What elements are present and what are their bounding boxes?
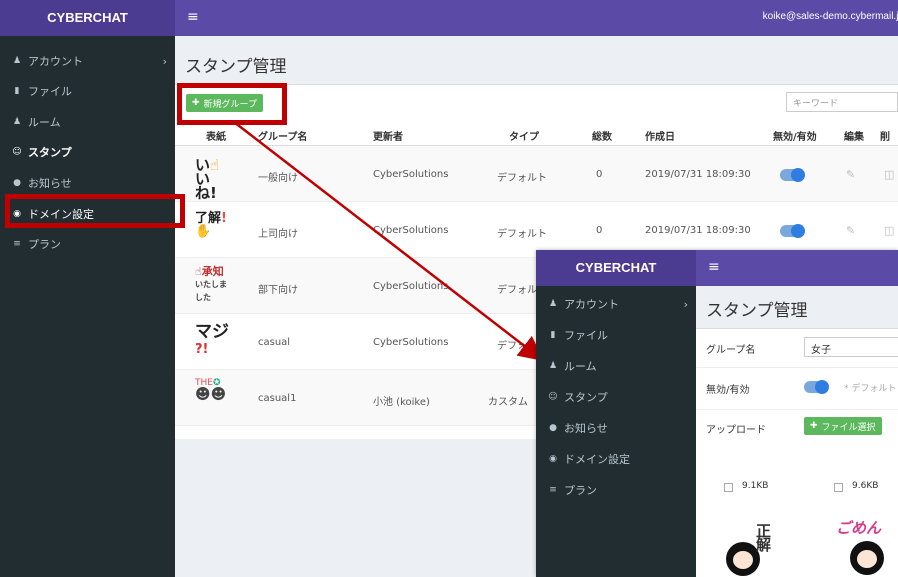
sidebar-item-label: ルーム xyxy=(564,360,597,373)
stamp-text-seikai: 正解 xyxy=(756,522,772,554)
sidebar-item-label: お知らせ xyxy=(564,422,608,435)
overlay-sidebar: ♟ アカウント › ▮ ファイル ♟ ルーム ☺ スタンプ ● お知らせ ◉ ド… xyxy=(536,286,696,577)
overlay-menu-toggle-icon[interactable]: ≡ xyxy=(708,259,720,275)
file-select-label: ファイル選択 xyxy=(821,422,876,433)
overlay-form-panel: グループ名 女子 無効/有効 * デフォルト アップロード ✚ ファイル選択 9… xyxy=(696,328,898,577)
sidebar-item-label: プラン xyxy=(564,484,597,497)
stamp-text-gomen: ごめん xyxy=(836,519,882,537)
overlay-sidebar-item-plan[interactable]: ≡ プラン xyxy=(548,482,597,498)
bell-icon: ● xyxy=(549,423,557,433)
group-name-label: グループ名 xyxy=(706,345,756,356)
group-name-input[interactable]: 女子 xyxy=(804,337,898,357)
file-select-button[interactable]: ✚ ファイル選択 xyxy=(804,417,882,435)
overlay-sidebar-item-account[interactable]: ♟ アカウント › xyxy=(548,296,688,312)
sidebar-item-label: アカウント xyxy=(564,298,619,311)
file-icon: ▮ xyxy=(550,330,556,340)
file-size: 9.6KB xyxy=(852,481,879,491)
overlay-sidebar-item-room[interactable]: ♟ ルーム xyxy=(548,358,597,374)
list-icon: ≡ xyxy=(549,485,557,495)
globe-icon: ◉ xyxy=(549,454,557,464)
file-checkbox[interactable] xyxy=(834,483,843,492)
default-note: * デフォルト xyxy=(844,384,897,394)
sidebar-item-label: ファイル xyxy=(564,329,608,342)
overlay-sidebar-item-stamp[interactable]: ☺ スタンプ xyxy=(548,389,608,405)
overlay-screenshot: CYBERCHAT ≡ ♟ アカウント › ▮ ファイル ♟ ルーム ☺ スタン… xyxy=(536,250,898,577)
form-divider xyxy=(696,367,898,368)
user-icon: ♟ xyxy=(548,299,558,309)
users-icon: ♟ xyxy=(548,361,558,371)
file-size: 9.1KB xyxy=(742,481,769,491)
overlay-sidebar-item-file[interactable]: ▮ ファイル xyxy=(548,327,608,343)
stamp-preview[interactable]: ごめん xyxy=(836,517,898,577)
enabled-label: 無効/有効 xyxy=(706,385,750,396)
file-checkbox[interactable] xyxy=(724,483,733,492)
form-divider xyxy=(696,409,898,410)
sidebar-item-label: スタンプ xyxy=(564,391,608,404)
upload-label: アップロード xyxy=(706,425,766,436)
chevron-right-icon: › xyxy=(683,297,688,311)
overlay-brand-logo[interactable]: CYBERCHAT xyxy=(536,250,696,286)
overlay-sidebar-item-domain[interactable]: ◉ ドメイン設定 xyxy=(548,451,630,467)
overlay-enabled-toggle[interactable] xyxy=(804,380,829,394)
overlay-top-navbar: ≡ xyxy=(696,250,898,286)
overlay-page-title: スタンプ管理 xyxy=(706,301,808,321)
sidebar-item-label: ドメイン設定 xyxy=(564,453,630,466)
plus-icon: ✚ xyxy=(810,421,818,431)
overlay-sidebar-item-notice[interactable]: ● お知らせ xyxy=(548,420,608,436)
smile-icon: ☺ xyxy=(548,392,558,402)
stamp-preview[interactable]: 正解 xyxy=(720,524,780,577)
